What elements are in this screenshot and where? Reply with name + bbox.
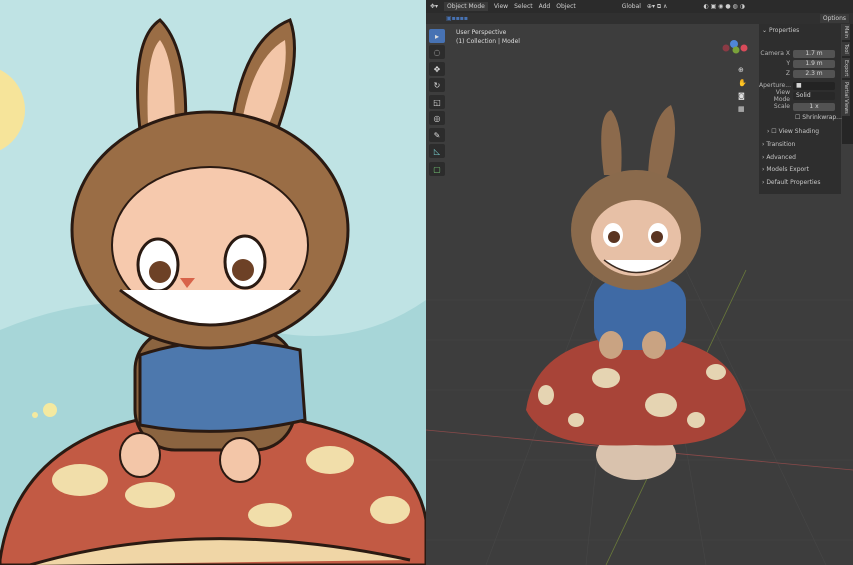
scale-field[interactable]: 1 x [793,102,835,111]
editor-type-icon[interactable]: ✥▾ [430,3,438,10]
menu-add[interactable]: Add [539,3,551,10]
tab-partial-views[interactable]: Partial Views [842,80,850,116]
grid-icon[interactable]: ▦ [738,105,747,113]
menu-object[interactable]: Object [556,3,576,10]
tab-export[interactable]: Export [842,57,850,79]
select-mode-icons[interactable]: ▣▪▪▪▪ [446,15,468,22]
blender-window: ✥▾ Object Mode View Select Add Object Gl… [426,0,853,565]
camera-y-field[interactable]: 1.9 m [793,59,835,68]
collection-label: (1) Collection | Model [456,38,520,45]
section-models-export[interactable]: › Models Export [762,166,809,173]
sidebar-tabs: Main Tool Export Partial Views [842,24,853,144]
mode-select[interactable]: Object Mode [444,2,488,11]
menu-view[interactable]: View [494,3,508,10]
scale-tool[interactable]: ◱ [429,95,445,109]
orientation-select[interactable]: Global [622,3,641,10]
annotate-tool[interactable]: ✎ [429,128,445,142]
cartoon-illustration [0,0,426,565]
camera-x-label: Camera X [760,50,790,57]
view-perspective-label: User Perspective [456,29,507,36]
camera-z-label: Z [785,70,790,77]
shading-icons[interactable]: ◐ ▣ ◉ ● ◍ ◑ [703,3,744,10]
tab-tool[interactable]: Tool [842,41,850,56]
zoom-icon[interactable]: ⊕ [738,66,747,74]
camera-y-label: Y [786,60,790,67]
scale-label: Scale [773,103,790,110]
section-transition[interactable]: › Transition [762,141,795,148]
view-mode-select[interactable]: Solid [793,91,835,100]
section-advanced[interactable]: › Advanced [762,154,796,161]
transform-tool[interactable]: ◎ [429,111,445,125]
shrinkwrap-checkbox[interactable]: ☐ Shrinkwrap... [759,113,842,122]
view-shading-toggle[interactable]: › ☐ View Shading [767,128,819,135]
cursor-tool[interactable]: ◌ [429,45,445,59]
viewport-info: User Perspective (1) Collection | Model [456,28,520,46]
rotate-tool[interactable]: ↻ [429,78,445,92]
tool-header: ▣▪▪▪▪ Options [426,13,853,24]
hand-icon[interactable]: ✋ [738,79,747,87]
add-cube-tool[interactable]: ▢ [429,162,445,176]
tab-main[interactable]: Main [842,24,850,40]
section-default-properties[interactable]: › Default Properties [762,179,820,186]
measure-tool[interactable]: ◺ [429,144,445,158]
menu-select[interactable]: Select [514,3,533,10]
options-button[interactable]: Options [819,14,849,23]
viewport-header: ✥▾ Object Mode View Select Add Object Gl… [426,0,853,13]
camera-x-field[interactable]: 1.7 m [793,49,835,58]
camera-z-field[interactable]: 2.3 m [793,69,835,78]
move-tool[interactable]: ✥ [429,62,445,76]
aperture-color-field[interactable]: ■ [793,81,835,90]
camera-icon[interactable]: ◙ [738,92,747,100]
sidebar-properties: ⌄ Properties Camera X 1.7 m Y 1.9 m Z 2.3 m… [759,24,842,194]
snap-icon[interactable]: ⊕▾ ⧉ ∧ [647,3,668,11]
navigation-buttons: ⊕ ✋ ◙ ▦ [738,66,747,113]
properties-header[interactable]: ⌄ Properties [762,27,799,34]
select-box-tool[interactable]: ▸ [429,29,445,43]
view-mode-label: View Mode [773,88,790,103]
